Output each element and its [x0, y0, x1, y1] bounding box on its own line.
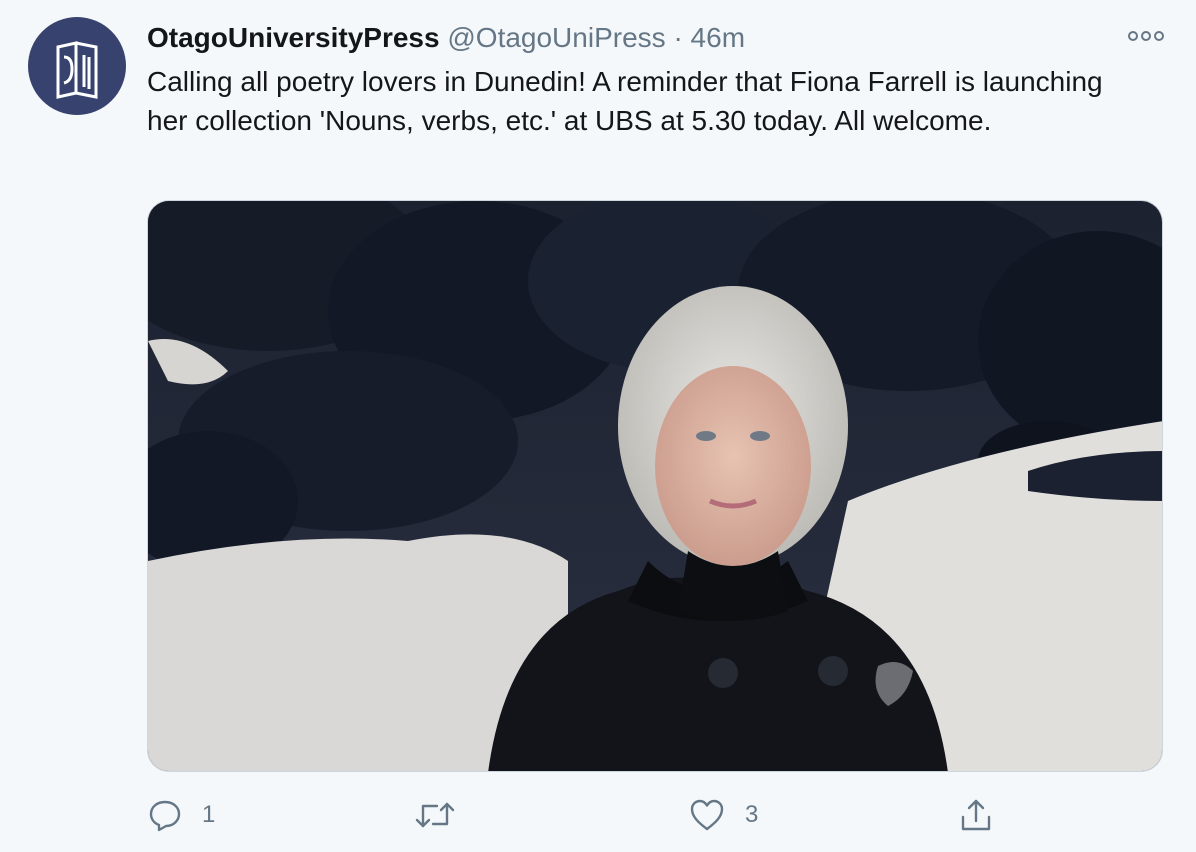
reply-icon: [149, 800, 181, 832]
avatar[interactable]: [28, 17, 126, 115]
heart-icon: [690, 799, 724, 831]
reply-count: 1: [202, 801, 216, 828]
otago-press-logo-icon: [56, 41, 98, 99]
portrait-photo: [148, 201, 1162, 771]
retweet-button[interactable]: [415, 790, 475, 840]
tweet-header: OtagoUniversityPress @OtagoUniPress · 46…: [147, 20, 745, 56]
more-options-button[interactable]: [1128, 24, 1164, 48]
share-icon: [961, 799, 991, 831]
reply-button[interactable]: 1: [148, 790, 215, 840]
tweet-photo[interactable]: [147, 200, 1163, 772]
more-horizontal-icon: [1128, 31, 1164, 41]
tweet-timestamp[interactable]: 46m: [691, 22, 745, 53]
tweet-text: Calling all poetry lovers in Dunedin! A …: [147, 66, 1103, 136]
author-name[interactable]: OtagoUniversityPress: [147, 22, 440, 53]
like-button[interactable]: 3: [689, 790, 758, 840]
tweet-actions: 1 3: [0, 790, 1196, 840]
like-count: 3: [745, 801, 759, 828]
separator-dot: ·: [673, 22, 683, 53]
retweet-icon: [415, 802, 455, 828]
share-button[interactable]: [958, 790, 1014, 840]
author-handle[interactable]: @OtagoUniPress: [447, 22, 665, 53]
